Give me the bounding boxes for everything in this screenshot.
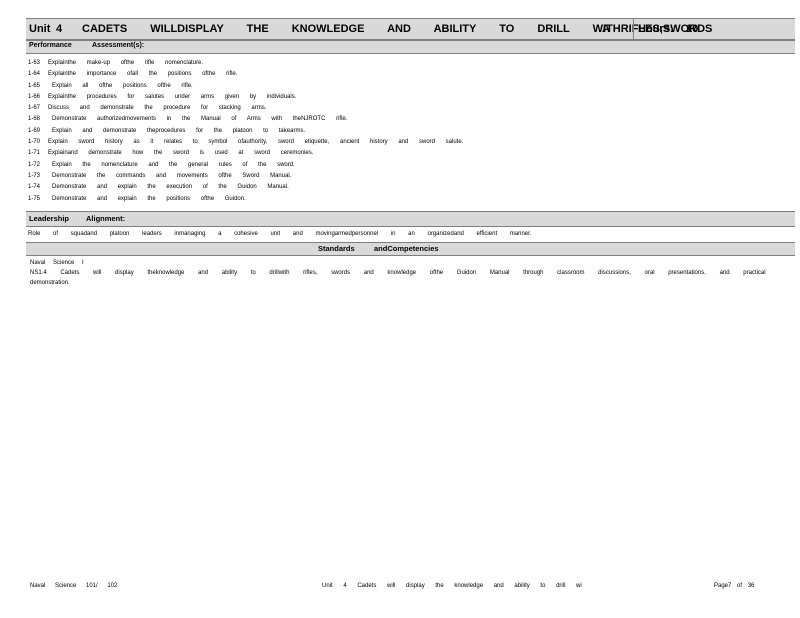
unit-label: Unit [29,23,51,35]
standards-statement: NS1.4 Cadets will display theknowledge a… [30,269,766,286]
objective-code: 1-67 [28,105,41,112]
standards-label: Standards [318,243,355,253]
objective-item: 1-75 Demonstrate and explain the positio… [26,194,795,205]
objective-item: 1-70 Explain sword history as it relates… [26,137,795,148]
objective-code: 1-73 [28,172,41,179]
objective-code: 1-75 [28,195,41,202]
objective-text: Demonstrate and explain the positions of… [52,195,246,202]
standards-bar: Standards andCompetencies [26,241,795,256]
leadership-bar: Leadership Alignment: [26,210,795,227]
objective-code: 1-72 [28,161,41,168]
standards-section: Naval Science I NS1.4 Cadets will displa… [26,256,795,288]
objective-item: 1-74 Demonstrate and explain the executi… [26,182,795,193]
objective-item: 1-69 Explain and demonstrate theprocedur… [26,126,795,137]
objective-item: 1-65 Explain all ofthe positions ofthe r… [26,81,795,92]
header-divider [633,19,634,39]
objective-text: Demonstrate authorizedmovements in the M… [52,116,348,123]
competencies-label: andCompetencies [374,243,439,253]
objective-text: Explain and demonstrate theprocedures fo… [52,127,306,134]
footer-course: Naval Science 101/ 102 [30,583,118,589]
objective-code: 1-69 [28,127,41,134]
objective-item: 1-72 Explain the nomenclature and the ge… [26,160,795,171]
leadership-label: Leadership [29,213,70,223]
performance-bar: Performance Assessment(s): [26,40,795,54]
objective-code: 1-74 [28,184,41,191]
assessment-label: Assessment(s): [92,42,145,49]
objective-text: Demonstrate and explain the execution of… [52,184,289,191]
objective-item: 1-67 Discuss and demonstrate the procedu… [26,103,795,114]
unit-number: 4 [56,23,63,35]
objective-code: 1-71 [28,150,41,157]
objective-item: 1-64 Explainthe importance ofall the pos… [26,69,795,80]
objective-code: 1-63 [28,60,41,66]
objective-text: Explainthe procedures for salutes under … [48,93,297,100]
objective-item: 1-68 Demonstrate authorizedmovements in … [26,114,795,125]
objective-code: 1-66 [28,93,41,100]
objective-text: Discuss and demonstrate the procedure fo… [48,105,267,112]
objective-item: 1-73 Demonstrate the commands and moveme… [26,171,795,182]
objective-item: 1-66 Explainthe procedures for salutes u… [26,92,795,103]
unit-title: CADETS WILLDISPLAY THE KNOWLEDGE AND ABI… [82,23,713,35]
objective-item: 1-63 Explainthe make-up ofthe rifle nome… [26,58,795,69]
unit-title-suffix: A [602,23,610,35]
objective-code: 1-70 [28,139,41,146]
objective-code: 1-64 [28,71,41,78]
standards-category: Naval Science I [30,259,84,266]
hours-label: Hours: [638,23,674,35]
unit-header-bar: Unit 4 CADETS WILLDISPLAY THE KNOWLEDGE … [26,18,795,40]
footer-unit: Unit 4 Cadets will display the knowledge… [322,583,582,589]
alignment-text: Role of squadand platoon leaders inmanag… [28,230,532,237]
objective-text: Explainand demonstrate how the sword is … [48,150,314,157]
objective-item: 1-71 Explainand demonstrate how the swor… [26,148,795,159]
objective-code: 1-68 [28,116,41,123]
hours-value: 10 [686,23,699,35]
objective-text: Explainthe make-up ofthe rifle nomenclat… [48,60,204,66]
objective-code: 1-65 [28,82,41,89]
objective-text: Explainthe importance ofall the position… [48,71,238,78]
objective-text: Explain sword history as it relates to s… [48,139,464,146]
objective-text: Demonstrate the commands and movements o… [52,172,292,179]
performance-label: Performance [29,42,72,49]
alignment-label: Alignment: [86,213,126,223]
objectives-list: 1-63 Explainthe make-up ofthe rifle nome… [26,58,795,205]
objective-text: Explain all ofthe positions ofthe rifle. [52,82,193,89]
objective-text: Explain the nomenclature and the general… [52,161,295,168]
footer-page-number: Page7 of 36 [714,583,755,589]
curriculum-page: Unit 4 CADETS WILLDISPLAY THE KNOWLEDGE … [26,18,795,288]
